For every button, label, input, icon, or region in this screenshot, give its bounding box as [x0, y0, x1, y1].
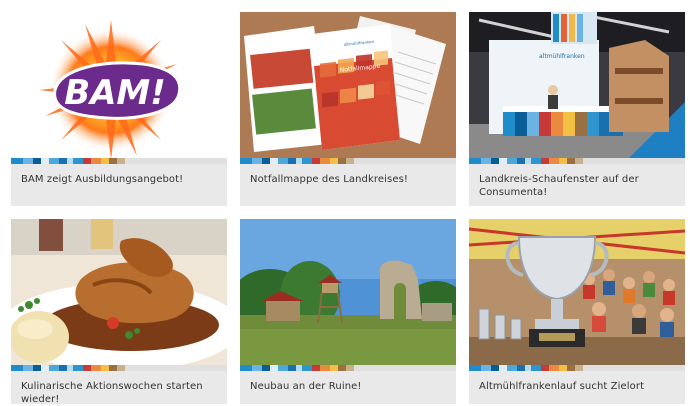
- news-title[interactable]: Neubau an der Ruine!: [240, 371, 456, 393]
- food-photo: [11, 219, 227, 365]
- news-title[interactable]: Altmühlfrankenlauf sucht Zielort: [469, 371, 685, 393]
- news-card-consumenta[interactable]: altmühlfranken Landkreis-Schaufenster au…: [469, 12, 685, 206]
- news-image-consumenta[interactable]: altmühlfranken: [469, 12, 685, 158]
- news-title[interactable]: Kulinarische Aktionswochen starten wiede…: [11, 371, 227, 406]
- booth-photo: altmühlfranken: [469, 12, 685, 158]
- news-card-kulinarisch[interactable]: Kulinarische Aktionswochen starten wiede…: [11, 219, 227, 406]
- news-card-notfallmappe[interactable]: Notfallmappe altmühlfranken Notfallmappe…: [240, 12, 456, 206]
- news-image-ruine[interactable]: [240, 219, 456, 365]
- news-image-bam[interactable]: BAM!: [11, 12, 227, 158]
- news-title[interactable]: Landkreis-Schaufenster auf der Consument…: [469, 164, 685, 199]
- news-title[interactable]: Notfallmappe des Landkreises!: [240, 164, 456, 186]
- news-card-lauf[interactable]: Altmühlfrankenlauf sucht Zielort: [469, 219, 685, 404]
- news-title[interactable]: BAM zeigt Ausbildungsangebot!: [11, 164, 227, 186]
- news-image-notfallmappe[interactable]: Notfallmappe altmühlfranken: [240, 12, 456, 158]
- news-image-lauf[interactable]: [469, 219, 685, 365]
- news-card-ruine[interactable]: Neubau an der Ruine!: [240, 219, 456, 404]
- news-grid: BAM! BAM zeigt Ausbildungsangebot! Notfa…: [0, 0, 690, 406]
- trophy-photo: [469, 219, 685, 365]
- news-image-kulinarisch[interactable]: [11, 219, 227, 365]
- booth-brand: altmühlfranken: [539, 53, 585, 60]
- folder-photo: Notfallmappe altmühlfranken: [240, 12, 456, 158]
- bam-logo-image: BAM!: [11, 12, 227, 158]
- bam-logo-text: BAM!: [64, 73, 166, 113]
- ruin-photo: [240, 219, 456, 365]
- news-card-bam[interactable]: BAM! BAM zeigt Ausbildungsangebot!: [11, 12, 227, 206]
